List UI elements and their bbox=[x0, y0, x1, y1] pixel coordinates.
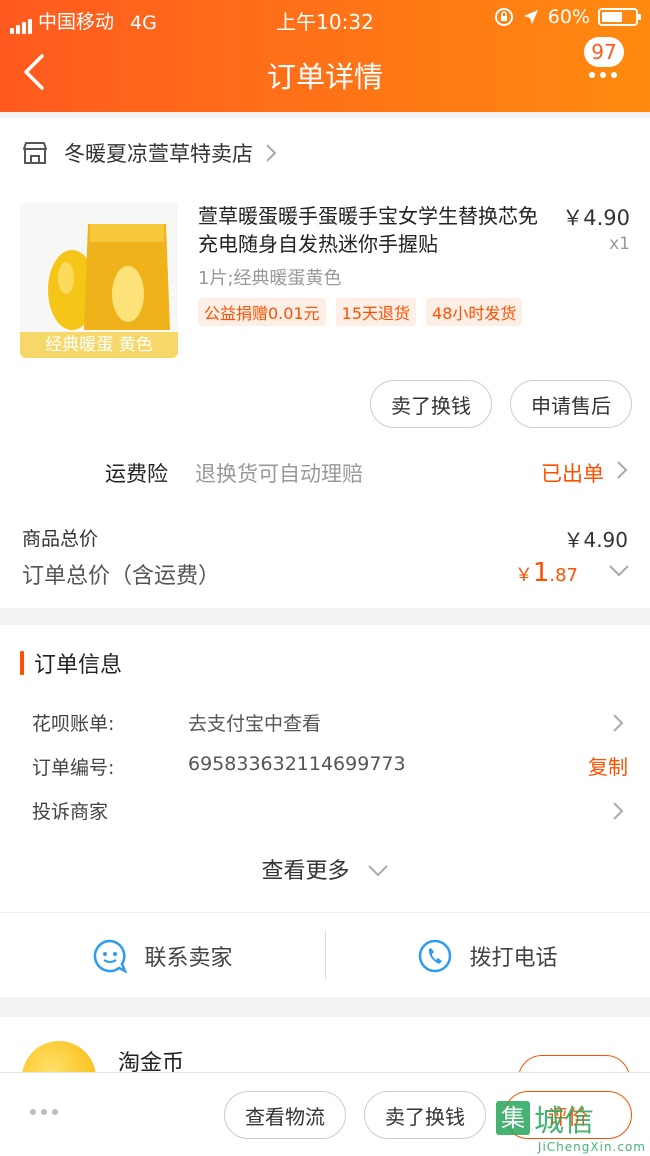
service-tag: 15天退货 bbox=[335, 298, 417, 326]
goods-total-value: ￥4.90 bbox=[563, 528, 628, 552]
product-image: 经典暖蛋 黄色 bbox=[20, 202, 178, 358]
view-logistics-button[interactable]: 查看物流 bbox=[224, 1091, 346, 1139]
order-item-card: 冬暖夏凉萱草特卖店 经典暖蛋 黄色 萱草暖蛋暖手蛋暖手宝女学生替换芯免充电随身自… bbox=[0, 118, 650, 608]
service-tag: 48小时发货 bbox=[426, 298, 523, 326]
contact-bar: 联系卖家 拨打电话 bbox=[0, 912, 650, 997]
phone-icon bbox=[419, 939, 452, 972]
product-image-caption: 经典暖蛋 黄色 bbox=[20, 332, 178, 358]
chevron-right-icon bbox=[617, 461, 628, 479]
product-price: ￥4.90 bbox=[562, 206, 630, 230]
product-quantity: x1 bbox=[609, 234, 630, 254]
hand-warmer-illustration bbox=[20, 202, 178, 332]
chevron-right-icon bbox=[613, 802, 624, 820]
product-title: 萱草暖蛋暖手蛋暖手宝女学生替换芯免充电随身自发热迷你手握贴 bbox=[198, 204, 538, 256]
battery-label: 60% bbox=[547, 6, 590, 28]
order-total-integer: 1 bbox=[532, 558, 550, 588]
watermark-square: 集 bbox=[496, 1101, 530, 1135]
service-tags: 公益捐赠0.01元 15天退货 48小时发货 bbox=[198, 298, 523, 326]
copy-button[interactable]: 复制 bbox=[588, 751, 628, 780]
taojinbi-card: 淘金币 bbox=[0, 1017, 650, 1077]
product-item[interactable]: 经典暖蛋 黄色 萱草暖蛋暖手蛋暖手宝女学生替换芯免充电随身自发热迷你手握贴 ￥4… bbox=[20, 202, 630, 362]
watermark-url: JiChengXin.com bbox=[537, 1140, 646, 1154]
info-key: 订单编号: bbox=[32, 757, 115, 779]
insurance-description: 退换货可自动理赔 bbox=[195, 462, 363, 486]
info-key: 投诉商家 bbox=[32, 801, 109, 823]
watermark-logo: 集 城信 JiChengXin.com bbox=[496, 1096, 646, 1154]
shop-link[interactable]: 冬暖夏凉萱草特卖店 bbox=[0, 118, 650, 188]
shipping-insurance-row[interactable]: 运费险 退换货可自动理赔 已出单 bbox=[0, 440, 650, 500]
more-menu-button[interactable]: 97 bbox=[582, 35, 632, 90]
call-phone-label: 拨打电话 bbox=[469, 945, 558, 971]
order-total-decimal: .87 bbox=[549, 565, 578, 586]
store-icon bbox=[23, 142, 47, 164]
order-number-row: 订单编号: 695833632114699773 复制 bbox=[0, 747, 650, 787]
shop-name: 冬暖夏凉萱草特卖店 bbox=[64, 142, 253, 166]
chevron-right-icon bbox=[613, 714, 624, 732]
huabei-bill-row[interactable]: 花呗账单: 去支付宝中查看 bbox=[0, 703, 650, 743]
resell-button[interactable]: 卖了换钱 bbox=[364, 1091, 486, 1139]
after-sales-button[interactable]: 申请售后 bbox=[510, 380, 632, 428]
order-total-value: ￥1.87 bbox=[515, 558, 578, 588]
watermark-text: 城信 bbox=[534, 1104, 594, 1139]
info-key: 花呗账单: bbox=[32, 713, 115, 735]
accent-bar bbox=[20, 651, 24, 675]
order-info-title: 订单信息 bbox=[34, 653, 123, 678]
status-bar: 中国移动 4G 上午10:32 60% bbox=[0, 0, 650, 36]
contact-seller-label: 联系卖家 bbox=[144, 945, 233, 971]
header: 中国移动 4G 上午10:32 60% 订单详情 97 bbox=[0, 0, 650, 112]
see-more-button[interactable]: 查看更多 bbox=[0, 853, 650, 885]
insurance-status: 已出单 bbox=[541, 462, 604, 486]
section-title: 订单信息 bbox=[20, 647, 122, 679]
location-icon bbox=[523, 10, 538, 24]
order-number: 695833632114699773 bbox=[188, 753, 406, 775]
page-title: 订单详情 bbox=[266, 60, 383, 94]
currency-symbol: ￥ bbox=[514, 565, 533, 586]
chat-bubble-icon bbox=[94, 939, 128, 974]
rotation-lock-icon bbox=[494, 8, 513, 26]
chevron-right-icon bbox=[266, 144, 277, 162]
contact-seller-button[interactable]: 联系卖家 bbox=[0, 913, 325, 998]
item-actions: 卖了换钱 申请售后 bbox=[370, 380, 632, 428]
message-count-badge: 97 bbox=[584, 37, 624, 67]
product-sku: 1片;经典暖蛋黄色 bbox=[198, 268, 342, 289]
more-dots-icon bbox=[589, 72, 617, 78]
service-tag: 公益捐赠0.01元 bbox=[198, 298, 326, 326]
info-value: 去支付宝中查看 bbox=[188, 713, 322, 735]
call-phone-button[interactable]: 拨打电话 bbox=[325, 913, 650, 998]
goods-total-label: 商品总价 bbox=[22, 528, 99, 550]
order-info-card: 订单信息 花呗账单: 去支付宝中查看 订单编号: 695833632114699… bbox=[0, 625, 650, 997]
complaint-row[interactable]: 投诉商家 bbox=[0, 791, 650, 831]
chevron-down-icon bbox=[367, 865, 388, 877]
order-total-label: 订单总价（含运费） bbox=[22, 564, 221, 589]
battery-icon bbox=[598, 8, 641, 26]
chevron-down-icon[interactable] bbox=[608, 564, 630, 578]
resell-button[interactable]: 卖了换钱 bbox=[370, 380, 492, 428]
see-more-label: 查看更多 bbox=[261, 859, 350, 884]
insurance-label: 运费险 bbox=[105, 462, 168, 486]
more-actions-icon[interactable] bbox=[30, 1109, 58, 1115]
